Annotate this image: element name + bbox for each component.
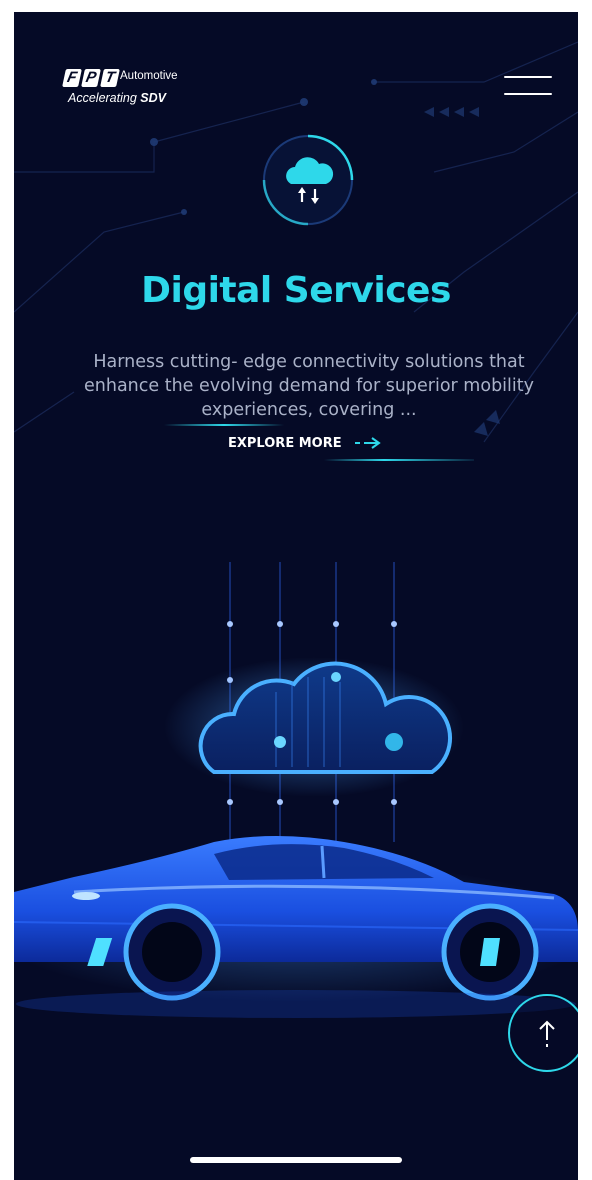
description-glow-line <box>164 424 284 426</box>
rear-wheel <box>441 903 539 1001</box>
logo-tagline-bold: SDV <box>140 91 166 105</box>
logo-letter-f: F <box>62 69 82 87</box>
explore-more-label: EXPLORE MORE <box>228 435 342 451</box>
home-indicator[interactable] <box>190 1157 402 1163</box>
service-description: Harness cutting- edge connectivity solut… <box>84 352 534 420</box>
menu-line-bottom <box>504 93 552 95</box>
cloud-connected-car-illustration <box>14 562 578 1018</box>
hamburger-menu-icon[interactable] <box>504 74 554 98</box>
fpt-automotive-logo[interactable]: F P T Automotive Accelerating SDV <box>62 66 204 114</box>
page-title: Digital Services <box>141 270 451 311</box>
app-screen: F P T Automotive Accelerating SDV Digita… <box>14 12 578 1180</box>
logo-tagline-prefix: Accelerating <box>68 91 137 105</box>
logo-mark: F P T <box>62 66 120 90</box>
explore-more-link[interactable]: EXPLORE MORE <box>228 432 382 454</box>
logo-product-name: Automotive <box>120 70 178 82</box>
logo-letter-t: T <box>100 69 120 87</box>
logo-letter-p: P <box>81 69 101 87</box>
logo-tagline: Accelerating SDV <box>68 91 166 105</box>
explore-glow-line <box>324 459 474 461</box>
cloud-sync-icon <box>262 134 354 226</box>
menu-line-top <box>504 76 552 78</box>
scroll-to-top-button[interactable] <box>508 994 578 1072</box>
dashed-arrow-right-icon <box>354 437 381 449</box>
arrow-up-icon <box>539 1020 555 1047</box>
